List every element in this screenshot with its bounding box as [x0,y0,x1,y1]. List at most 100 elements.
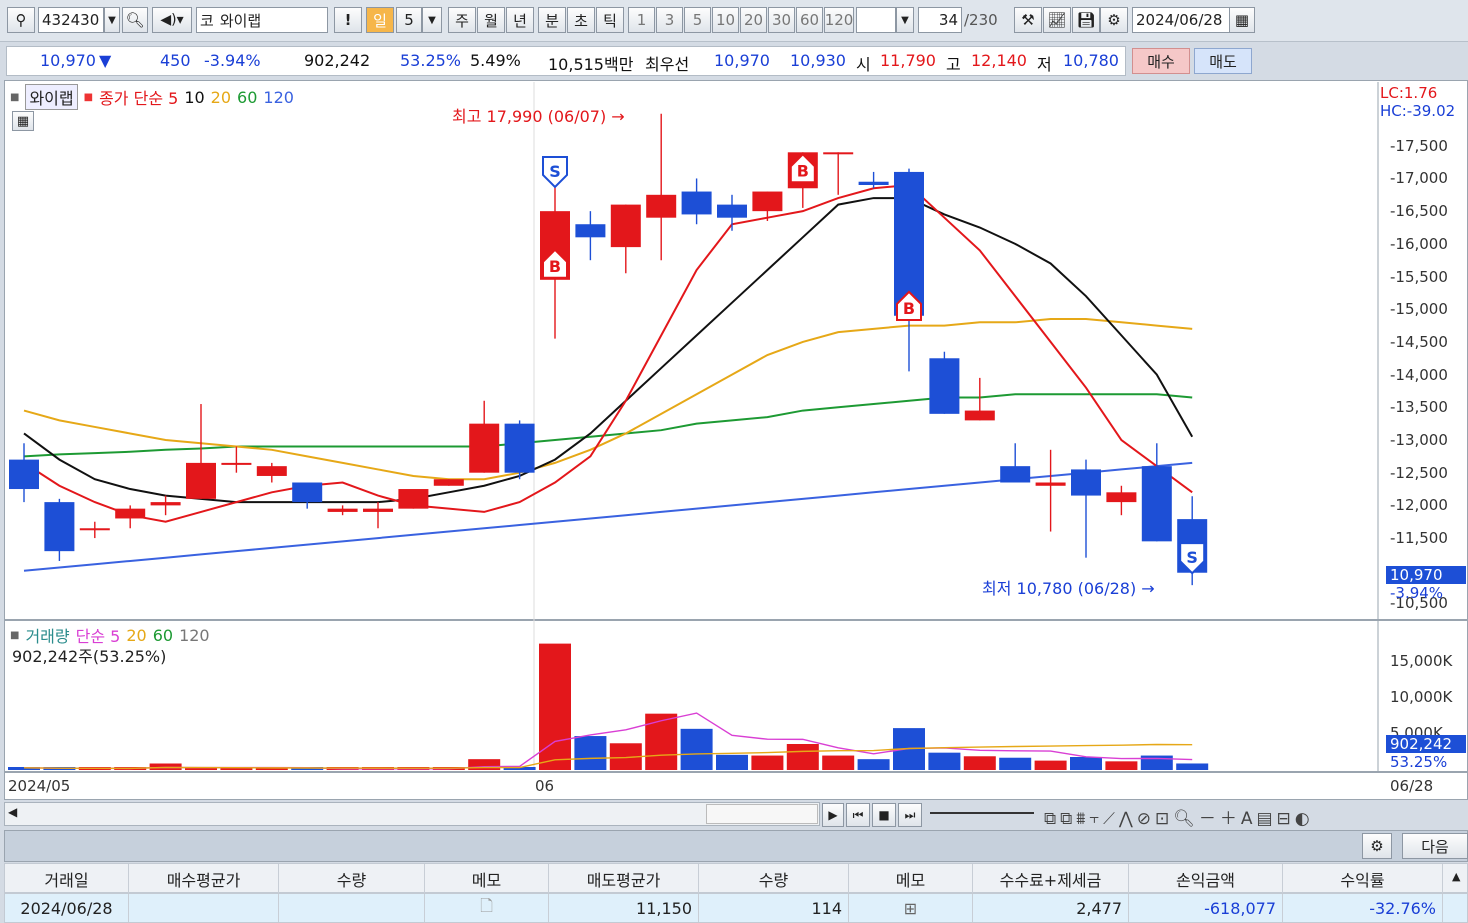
header-fee-tax: 수수료+제세금 [973,864,1129,894]
legend-vol-ma120: 120 [179,625,210,645]
volume-bar [963,756,996,770]
candle-body [150,502,181,506]
row-trade-date: 2024/06/28 [5,894,129,922]
volume-bar [822,755,855,770]
row-sell-qty: 114 [699,894,849,922]
next-button[interactable]: 다음 [1402,833,1468,859]
zoom-slider[interactable] [930,812,1034,814]
stock-tag[interactable]: 와이랩 [25,84,78,110]
candlestick-chart[interactable]: S B B B S [0,0,1468,800]
candle-body [363,508,393,512]
header-buy-qty: 수량 [279,864,425,894]
volume-bar [786,744,819,770]
scroll-right-icon[interactable]: ▶ [822,803,844,827]
candle-body [1071,469,1101,496]
volume-bar [539,643,571,770]
volume-bar [857,759,890,770]
trade-table-toolbar [4,830,1468,862]
current-volume-tag: 902,242 [1386,735,1466,753]
price-y-tick: -17,500 [1390,136,1448,155]
price-y-axis: -17,500 -17,000 -16,500 -16,000 -15,500 -15,0… [1390,0,1468,620]
candle-body [186,462,216,499]
legend-ma5: 종가 단순 5 [99,89,179,108]
header-buy-avg: 매수평균가 [129,864,279,894]
scroll-bar[interactable] [4,802,820,826]
ma60-line [23,393,1193,458]
price-y-tick: -13,000 [1390,431,1448,449]
header-sell-avg: 매도평균가 [549,864,699,894]
header-trade-date: 거래일 [5,864,129,894]
candle-body [1106,492,1137,503]
header-buy-memo: 메모 [425,864,549,894]
row-buy-qty [279,894,425,922]
vol-tick-15000k: 15,000K [1390,652,1453,670]
candle-body [858,181,889,185]
legend-vol-ma20: 20 [126,625,147,645]
candle-body [504,423,535,473]
row-buy-avg [129,894,279,922]
table-row[interactable]: 2024/06/28 🗋︎ 11,150 114 ⊞ 2,477 -618,07… [4,893,1468,923]
candle-body [327,508,358,512]
memo-page-icon[interactable]: 🗋︎ [480,895,493,922]
volume-bar [1105,761,1138,770]
price-y-tick: -16,500 [1390,202,1448,221]
buy-signal-label: B [903,299,915,318]
price-y-tick: -14,000 [1390,365,1448,384]
legend-ma60: 60 [237,87,258,107]
table-view-icon[interactable]: ▦ [12,111,34,131]
legend-ma120: 120 [263,87,294,107]
rewind-icon[interactable]: ⏮︎ [846,803,870,827]
candle-body [398,489,429,509]
candle-body [646,194,677,218]
row-return: -32.76% [1283,894,1443,922]
x-label-mid: 06 [535,777,555,795]
header-return: 수익률 [1283,864,1443,894]
table-gear-icon[interactable]: ⚙ [1362,833,1392,859]
volume-bar [1176,763,1209,770]
stop-icon[interactable]: ■ [872,803,896,827]
candle-body [1000,466,1031,483]
max-price-label: 최고 17,990 (06/07) → [452,107,625,126]
volume-bar [751,755,784,770]
price-y-tick: -17,000 [1390,169,1448,188]
volume-bar [645,713,678,770]
candle-body [469,423,500,473]
candle-body [44,502,75,552]
x-label-end: 06/28 [1390,777,1434,795]
trade-table-header: 거래일 매수평균가 수량 메모 매도평균가 수량 메모 수수료+제세금 손익금액… [4,863,1468,894]
x-axis [4,772,1468,800]
candle-body [292,482,323,503]
scroll-left-icon[interactable]: ◀ [8,805,17,819]
volume-bar [928,752,961,770]
scroll-thumb[interactable] [706,804,818,824]
header-sell-qty: 수량 [699,864,849,894]
row-fee-tax: 2,477 [973,894,1129,922]
row-sell-avg: 11,150 [549,894,699,922]
ma20-line [23,318,1193,481]
memo-add-icon[interactable]: ⊞ [904,899,917,918]
price-y-tick: -12,500 [1390,463,1448,482]
candle-body [1141,466,1172,542]
sell-signal-label: S [549,162,561,181]
row-buy-memo[interactable]: 🗋︎ [425,894,549,922]
legend-ma10: 10 [184,87,205,107]
vol-tick-10000k: 10,000K [1390,688,1453,706]
price-legend: ■ 와이랩 ■ 종가 단순 5 10 20 60 120 [10,84,294,110]
sell-signal-label: S [1186,548,1198,567]
price-y-tick: -15,000 [1390,300,1448,319]
candle-body [823,152,854,155]
min-price-label: 최저 10,780 (06/28) → [982,579,1155,598]
table-scroll-up-icon[interactable]: ▲ [1452,870,1460,883]
volume-bar [1140,755,1173,770]
drawing-tools-bar[interactable]: ⧉⧉⩩⫟⟋⋀⊘⊡🔍︎－＋A▤⊟◐ [1044,804,1314,829]
candle-body [717,204,747,218]
price-y-tick: -13,500 [1390,398,1448,417]
forward-icon[interactable]: ⏭︎ [898,803,922,827]
candle-body [610,204,641,248]
candle-body [1035,482,1066,486]
volume-info: 902,242주(53.25%) [12,647,167,666]
candle-body [929,358,960,414]
x-label-start: 2024/05 [8,777,71,795]
header-sell-memo: 메모 [849,864,973,894]
row-sell-memo[interactable]: ⊞ [849,894,973,922]
